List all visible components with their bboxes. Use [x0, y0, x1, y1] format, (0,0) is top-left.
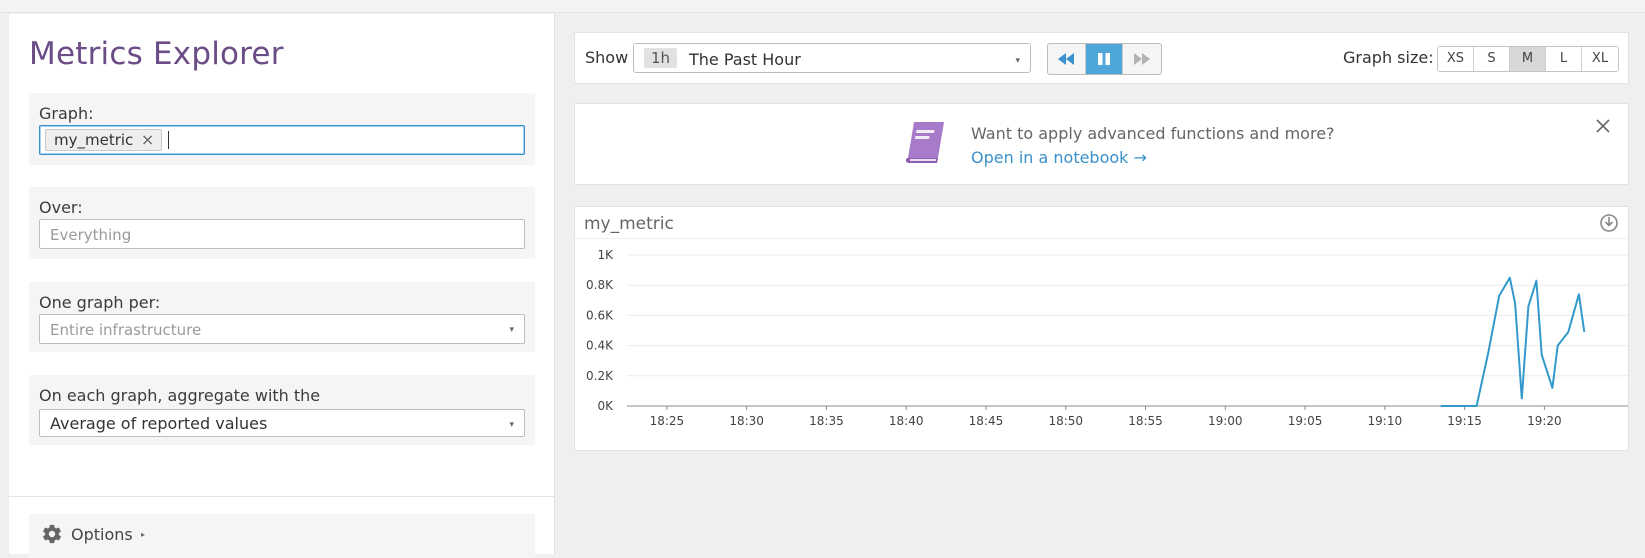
y-tick-label: 0.2K: [586, 369, 614, 383]
open-notebook-link[interactable]: Open in a notebook →: [971, 148, 1147, 167]
page-title: Metrics Explorer: [29, 36, 284, 72]
query-editor-panel: Metrics Explorer Graph: my_metric × Over…: [8, 14, 555, 558]
y-tick-label: 0.6K: [586, 308, 614, 322]
y-tick-label: 0K: [597, 399, 614, 413]
graph-per-placeholder: Entire infrastructure: [50, 321, 202, 339]
playback-controls: [1047, 43, 1162, 75]
metric-chart[interactable]: 0K 0.2K 0.4K 0.6K 0.8K 1K 18:25 18:30 18:35 18:40…: [575, 239, 1628, 450]
rewind-button[interactable]: [1048, 44, 1086, 74]
graph-card: my_metric 0K 0.2K 0.4K 0.6K 0.8K 1K 18:25 18:30…: [574, 206, 1629, 451]
y-tick-label: 0.8K: [586, 278, 614, 292]
close-icon[interactable]: [1592, 115, 1614, 137]
x-tick-label: 18:25: [650, 414, 685, 428]
x-tick-label: 18:30: [729, 414, 764, 428]
chevron-down-icon: ▾: [1015, 55, 1020, 65]
y-tick-label: 1K: [597, 248, 614, 262]
notebook-icon: [905, 122, 944, 163]
graph-size-s-button[interactable]: S: [1474, 47, 1510, 71]
caret-right-icon: ▸: [141, 530, 146, 539]
x-tick-label: 19:00: [1208, 414, 1243, 428]
aggregate-value: Average of reported values: [50, 414, 268, 433]
series-line: [1440, 276, 1586, 407]
graph-size-m-button[interactable]: M: [1510, 47, 1546, 71]
x-tick-label: 19:10: [1368, 414, 1403, 428]
rewind-icon: [1058, 53, 1075, 65]
x-tick-label: 19:15: [1447, 414, 1482, 428]
divider: [9, 496, 555, 497]
aggregate-select[interactable]: Average of reported values ▾: [39, 409, 525, 437]
graph-size-label: Graph size:: [1343, 48, 1434, 67]
gear-icon: [43, 524, 61, 544]
graph-title: my_metric: [584, 214, 674, 234]
x-tick-label: 18:55: [1128, 414, 1163, 428]
aggregate-section: On each graph, aggregate with the Averag…: [29, 375, 535, 445]
chevron-down-icon: ▾: [509, 325, 514, 335]
timeframe-label: The Past Hour: [689, 50, 801, 69]
chevron-down-icon: ▾: [509, 420, 514, 430]
show-label: Show: [585, 48, 629, 67]
pause-button[interactable]: [1085, 44, 1124, 74]
y-tick-label: 0.4K: [586, 339, 614, 353]
per-section: One graph per: Entire infrastructure ▾: [29, 282, 535, 352]
graph-section: Graph: my_metric ×: [29, 93, 535, 165]
graph-per-select[interactable]: Entire infrastructure ▾: [39, 314, 525, 344]
notebook-banner: Want to apply advanced functions and mor…: [574, 103, 1629, 185]
options-toggle[interactable]: Options ▸: [29, 514, 535, 558]
timeframe-badge: 1h: [644, 48, 678, 68]
pause-icon: [1098, 53, 1110, 65]
metric-tag[interactable]: my_metric ×: [45, 129, 163, 151]
x-tick-label: 18:35: [809, 414, 844, 428]
x-tick-label: 18:45: [969, 414, 1004, 428]
metric-input[interactable]: my_metric ×: [39, 125, 525, 155]
options-label: Options: [71, 525, 133, 544]
timeframe-select[interactable]: 1h The Past Hour ▾: [633, 43, 1031, 73]
graph-size-selector: XS S M L XL: [1437, 46, 1619, 72]
graph-size-xs-button[interactable]: XS: [1438, 47, 1474, 71]
remove-tag-icon[interactable]: ×: [141, 130, 154, 149]
banner-text: Want to apply advanced functions and mor…: [971, 124, 1335, 143]
metric-tag-label: my_metric: [54, 131, 134, 149]
over-label: Over:: [39, 198, 83, 217]
over-section: Over: Everything: [29, 187, 535, 259]
fast-forward-icon: [1134, 53, 1151, 65]
over-input[interactable]: Everything: [39, 219, 525, 249]
aggregate-label: On each graph, aggregate with the: [39, 386, 321, 405]
x-tick-label: 19:20: [1527, 414, 1562, 428]
graph-header: my_metric: [575, 207, 1628, 239]
fast-forward-button[interactable]: [1123, 44, 1161, 74]
graph-label: Graph:: [39, 104, 94, 123]
x-tick-label: 18:50: [1048, 414, 1083, 428]
time-toolbar: Show 1h The Past Hour ▾ Graph size: XS S M…: [574, 32, 1629, 84]
text-cursor: [168, 131, 169, 149]
top-strip: [0, 0, 1645, 13]
per-label: One graph per:: [39, 293, 161, 312]
graph-size-xl-button[interactable]: XL: [1582, 47, 1618, 71]
x-tick-label: 18:40: [889, 414, 924, 428]
export-icon[interactable]: [1598, 212, 1620, 234]
x-tick-label: 19:05: [1288, 414, 1323, 428]
over-placeholder: Everything: [50, 226, 132, 244]
graph-size-l-button[interactable]: L: [1546, 47, 1582, 71]
